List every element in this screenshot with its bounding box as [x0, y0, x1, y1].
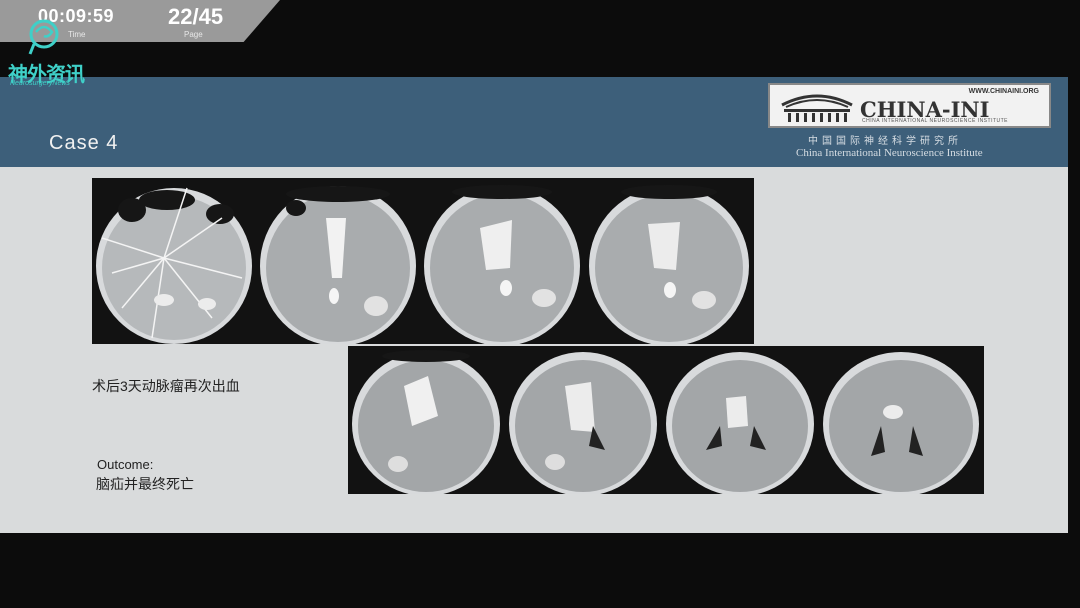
ct-scan-image: [348, 346, 505, 494]
page-counter: 22/45: [168, 4, 224, 29]
logo-subtitle: CHINA INTERNATIONAL NEUROSCIENCE INSTITU…: [862, 118, 1009, 124]
ct-scan-image: [505, 346, 662, 494]
ct-scan-graphic: [96, 187, 252, 344]
ct-scan-graphic: [823, 352, 979, 494]
slide-header: Case 4 WWW.CHINAINI.ORG CHINA-INI CHINA …: [0, 77, 1068, 167]
brand-logo: 神外资讯 NeurosurgeryNews: [6, 18, 106, 88]
ct-scan-graphic: [260, 186, 416, 344]
outcome-value: 脑疝并最终死亡: [96, 476, 194, 492]
ct-scan-graphic: [589, 185, 749, 344]
brain-head-icon: [28, 19, 59, 55]
ct-scan-image: [584, 178, 754, 344]
logo-url: WWW.CHINAINI.ORG: [968, 88, 1039, 95]
ct-scan-graphic: [509, 352, 657, 494]
ct-scan-graphic: [352, 350, 500, 494]
ct-scan-image: [819, 346, 984, 494]
ct-scan-graphic: [666, 352, 814, 494]
institute-name-cn: 中国国际神经科学研究所: [808, 136, 962, 147]
institute-name-en: China International Neuroscience Institu…: [796, 147, 983, 159]
ct-scan-row-top: [92, 178, 754, 344]
brand-name-en: NeurosurgeryNews: [10, 80, 70, 87]
ct-scan-image: [662, 346, 819, 494]
ct-scan-row-bottom: [348, 346, 984, 494]
slide-title: Case 4: [49, 132, 119, 154]
rebleed-caption: 术后3天动脉瘤再次出血: [92, 378, 240, 394]
building-icon: [781, 94, 853, 122]
china-ini-logo: WWW.CHINAINI.ORG CHINA-INI CHINA INTERNA…: [768, 83, 1051, 128]
ct-scan-image: [256, 178, 420, 344]
ct-scan-image: [420, 178, 584, 344]
outcome-label: Outcome:: [97, 457, 154, 472]
ct-scan-image: [92, 178, 256, 344]
page-label: Page: [184, 30, 203, 39]
presentation-slide: Case 4 WWW.CHINAINI.ORG CHINA-INI CHINA …: [0, 77, 1068, 533]
ct-scan-graphic: [424, 185, 580, 344]
